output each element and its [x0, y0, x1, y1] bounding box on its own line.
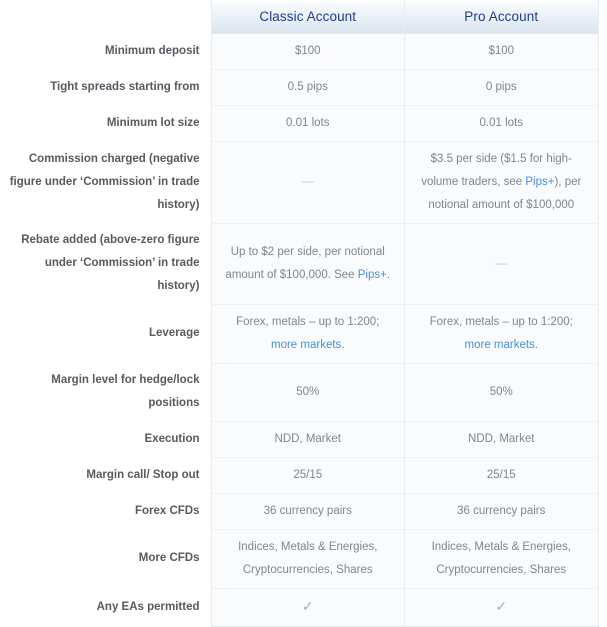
- table-row: Leverage Forex, metals – up to 1:200; mor…: [0, 304, 599, 364]
- table-row: Rebate added (above-zero figure under ‘C…: [0, 223, 599, 305]
- table-row: Any EAs permitted ✓ ✓: [0, 588, 599, 627]
- cell-value: 25/15: [293, 468, 323, 481]
- header-corner-cell: [0, 0, 211, 33]
- cell-pro-more-cfds: Indices, Metals & Energies, Cryptocurren…: [404, 529, 599, 589]
- row-label-commission-charged-negative-figure-under-c: Commission charged (negative figure unde…: [0, 141, 211, 223]
- column-header-pro-account: Pro Account: [404, 0, 599, 34]
- cell-pro-margin-level-for-hedge-lock-positions: 50%: [404, 363, 599, 422]
- cell-value: 0.01 lots: [286, 116, 330, 129]
- cell-pro-margin-call-stop-out: 25/15: [404, 457, 599, 494]
- row-label-forex-cfds: Forex CFDs: [0, 493, 211, 529]
- table-row: Minimum lot size 0.01 lots 0.01 lots: [0, 105, 599, 142]
- checkmark-icon: ✓: [301, 597, 314, 614]
- cell-value: Indices, Metals & Energies, Cryptocurren…: [431, 540, 571, 576]
- cell-value: 0.5 pips: [287, 80, 328, 93]
- cell-classic-leverage: Forex, metals – up to 1:200; more market…: [210, 304, 405, 364]
- column-header-classic-account: Classic Account: [210, 0, 405, 34]
- cell-classic-minimum-lot-size: 0.01 lots: [210, 105, 405, 142]
- cell-value: $100: [488, 44, 515, 57]
- row-label-margin-level-for-hedge-lock-positions: Margin level for hedge/lock positions: [0, 363, 211, 421]
- cell-value: NDD, Market: [274, 432, 341, 445]
- row-label-rebate-added-above-zero-figure-under-commi: Rebate added (above-zero figure under ‘C…: [0, 223, 211, 304]
- row-label-any-eas-permitted: Any EAs permitted: [0, 588, 211, 626]
- cell-value: 0 pips: [485, 80, 517, 93]
- cell-pro-any-eas-permitted: ✓: [404, 588, 599, 627]
- cell-text-fragment: .: [386, 268, 391, 281]
- header-row: Classic Account Pro Account: [0, 0, 599, 34]
- table-row: Execution NDD, Market NDD, Market: [0, 421, 599, 458]
- table-body: Minimum deposit $100 $100 Tight spreads sta…: [0, 33, 599, 627]
- cell-classic-execution: NDD, Market: [210, 421, 405, 458]
- cell-text-fragment: Forex, metals – up to 1:200;: [429, 315, 573, 328]
- cell-pro-execution: NDD, Market: [404, 421, 599, 458]
- link-pips[interactable]: Pips+: [525, 176, 554, 188]
- cell-text-fragment: .: [341, 338, 345, 351]
- cell-value: $100: [294, 44, 321, 57]
- cell-classic-tight-spreads-starting-from: 0.5 pips: [210, 69, 405, 106]
- cell-classic-minimum-deposit: $100: [210, 33, 405, 70]
- row-label-margin-call-stop-out: Margin call/ Stop out: [0, 457, 211, 493]
- em-dash-placeholder: —: [495, 255, 508, 270]
- cell-classic-commission-charged-negative-figure-under-c: —: [210, 141, 405, 224]
- table-row: Forex CFDs 36 currency pairs 36 currency p…: [0, 493, 599, 530]
- cell-value: 50%: [489, 385, 513, 398]
- row-label-leverage: Leverage: [0, 304, 211, 363]
- table-row: Margin level for hedge/lock positions 50%…: [0, 363, 599, 422]
- cell-classic-margin-level-for-hedge-lock-positions: 50%: [210, 363, 405, 422]
- table-row: Commission charged (negative figure unde…: [0, 141, 599, 224]
- cell-value: 36 currency pairs: [457, 504, 546, 517]
- cell-pro-commission-charged-negative-figure-under-c: $3.5 per side ($1.5 for high-volume trad…: [404, 141, 599, 224]
- cell-classic-any-eas-permitted: ✓: [210, 588, 405, 627]
- cell-pro-tight-spreads-starting-from: 0 pips: [404, 69, 599, 106]
- cell-text-fragment: .: [534, 338, 538, 351]
- table-row: More CFDs Indices, Metals & Energies, Cry…: [0, 529, 599, 589]
- cell-pro-rebate-added-above-zero-figure-under-commi: —: [404, 223, 599, 305]
- cell-classic-more-cfds: Indices, Metals & Energies, Cryptocurren…: [210, 529, 405, 589]
- link-more-markets[interactable]: more markets: [271, 339, 341, 351]
- account-comparison-table: Classic Account Pro Account Minimum depo…: [0, 0, 599, 627]
- cell-pro-minimum-lot-size: 0.01 lots: [404, 105, 599, 142]
- cell-value: 0.01 lots: [479, 116, 523, 129]
- table-row: Tight spreads starting from 0.5 pips 0 pip…: [0, 69, 599, 106]
- account-comparison-container: Classic Account Pro Account Minimum depo…: [0, 0, 607, 627]
- cell-pro-leverage: Forex, metals – up to 1:200; more market…: [404, 304, 599, 364]
- row-label-tight-spreads-starting-from: Tight spreads starting from: [0, 69, 211, 105]
- cell-classic-margin-call-stop-out: 25/15: [210, 457, 405, 494]
- cell-value: 50%: [296, 385, 320, 398]
- table-row: Margin call/ Stop out 25/15 25/15: [0, 457, 599, 494]
- row-label-more-cfds: More CFDs: [0, 529, 211, 588]
- cell-value: 36 currency pairs: [263, 504, 352, 517]
- cell-value: 25/15: [486, 468, 516, 481]
- cell-classic-forex-cfds: 36 currency pairs: [210, 493, 405, 530]
- cell-classic-rebate-added-above-zero-figure-under-commi: Up to $2 per side, per notional amount o…: [210, 223, 405, 305]
- table-row: Minimum deposit $100 $100: [0, 33, 599, 70]
- row-label-execution: Execution: [0, 421, 211, 457]
- table-header: Classic Account Pro Account: [0, 0, 599, 34]
- cell-pro-forex-cfds: 36 currency pairs: [404, 493, 599, 530]
- checkmark-icon: ✓: [495, 597, 508, 614]
- cell-text-fragment: Forex, metals – up to 1:200;: [236, 315, 380, 328]
- cell-value: NDD, Market: [468, 432, 535, 445]
- row-label-minimum-lot-size: Minimum lot size: [0, 105, 211, 141]
- link-more-markets[interactable]: more markets: [465, 339, 535, 351]
- cell-pro-minimum-deposit: $100: [404, 33, 599, 70]
- em-dash-placeholder: —: [301, 174, 314, 188]
- link-pips[interactable]: Pips+: [358, 269, 387, 281]
- row-label-minimum-deposit: Minimum deposit: [0, 33, 211, 69]
- cell-value: Indices, Metals & Energies, Cryptocurren…: [238, 540, 378, 576]
